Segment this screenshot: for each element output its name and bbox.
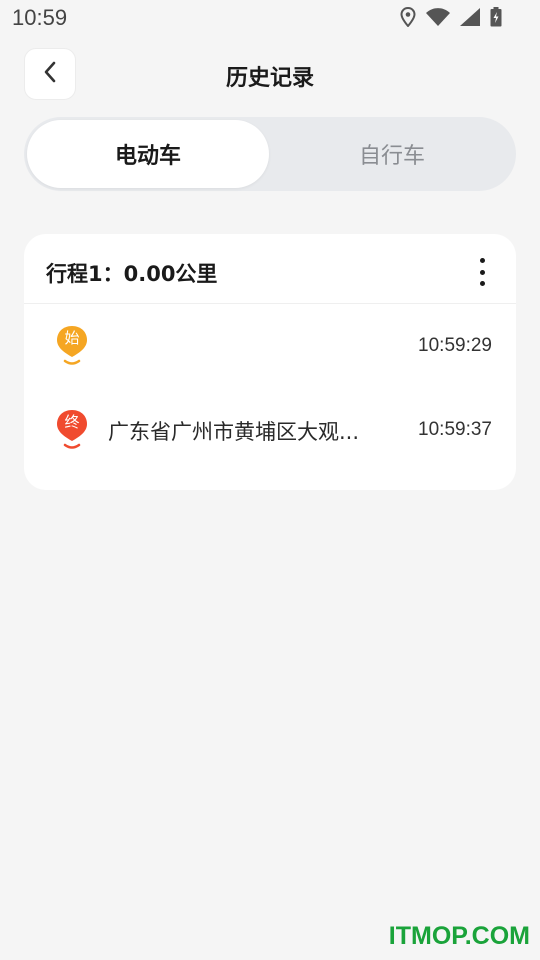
start-marker-icon: 始 [54,324,90,368]
wifi-icon [426,8,450,26]
more-dot [479,281,485,286]
tab-bicycle[interactable]: 自行车 [271,120,513,188]
tab-electric-bike[interactable]: 电动车 [27,120,269,188]
status-bar: 10:59 [0,0,540,36]
status-time: 10:59 [12,5,68,30]
start-time: 10:59:29 [418,335,492,356]
trip-title: 行程1：0.00公里 [46,262,218,286]
end-address: 广东省广州市黄埔区大观... [108,420,360,444]
signal-icon [460,8,480,26]
trip-start-point: 始 10:59:29 [24,324,516,372]
trip-end-point: 终 广东省广州市黄埔区大观... 10:59:37 [24,408,516,456]
more-dot [479,258,485,263]
header: 历史记录 [0,48,540,102]
end-marker-label: 终 [64,413,80,431]
end-time: 10:59:37 [418,419,492,440]
more-vertical-icon[interactable] [470,258,494,286]
battery-icon [490,7,502,27]
trip-card-header: 行程1：0.00公里 [24,234,516,304]
start-marker-label: 始 [64,329,80,347]
status-icons [400,6,502,28]
vehicle-type-tabs: 电动车 自行车 [24,117,516,191]
more-dot [479,269,485,275]
end-marker-icon: 终 [54,408,90,452]
page-title: 历史记录 [225,66,314,91]
watermark: ITMOP.COM [388,922,530,950]
trip-card[interactable]: 行程1：0.00公里 始 10:59:29 终 广东省广州市黄埔区大观... 1… [24,234,516,490]
location-icon [400,7,416,27]
